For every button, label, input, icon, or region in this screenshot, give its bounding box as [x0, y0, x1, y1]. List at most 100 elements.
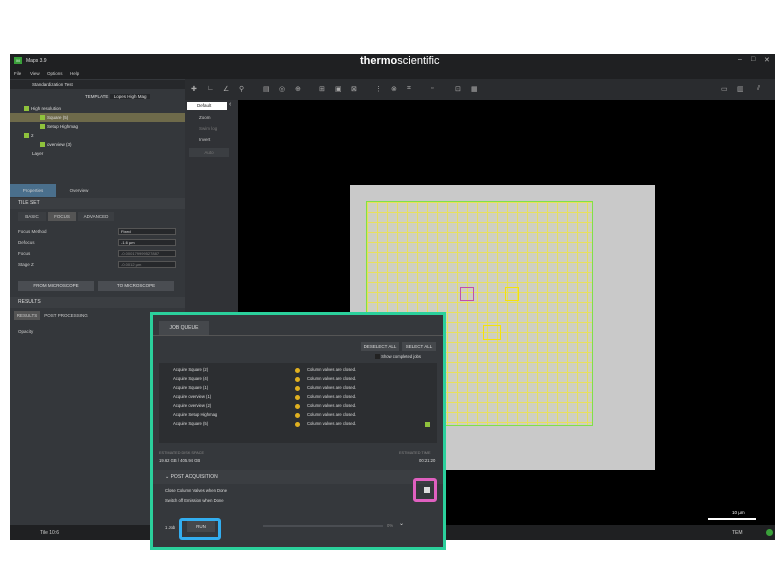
stage-z-field[interactable]: -0.0012 µm [118, 261, 176, 268]
tool-icon[interactable]: ⋮ [375, 85, 382, 93]
tool-icon[interactable]: ⊞ [319, 85, 325, 93]
tab-advanced[interactable]: ADVANCED [78, 212, 114, 221]
highlight-run-button [179, 518, 221, 540]
results-header[interactable]: RESULTS [10, 297, 185, 308]
camera-icon[interactable]: ▭ [721, 85, 728, 93]
opacity-label: Opacity [18, 329, 34, 334]
menu-bar: File View Options Help [10, 68, 775, 79]
tool-icon[interactable]: ⊡ [455, 85, 461, 93]
tree-item[interactable]: overview (3) [10, 140, 185, 149]
job-row[interactable]: Acquire Square (5) Column valves are clos… [159, 420, 437, 428]
checkbox-icon [24, 106, 29, 112]
job-row[interactable]: Acquire Square (4) Column valves are clos… [159, 375, 437, 383]
job-row[interactable]: Acquire Setup Highmag Column valves are c… [159, 411, 437, 419]
search-icon[interactable]: ⚲ [239, 85, 244, 93]
tree-item[interactable]: Layer [10, 149, 185, 158]
menu-help[interactable]: Help [70, 71, 79, 76]
tool-icon[interactable]: ◎ [279, 85, 285, 93]
tree-item[interactable]: High resolution [10, 104, 185, 113]
job-queue-panel: JOB QUEUE DESELECT ALL SELECT ALL Show c… [150, 312, 446, 550]
to-microscope-button[interactable]: TO MICROSCOPE [98, 281, 174, 291]
menu-options[interactable]: Options [47, 71, 63, 76]
tool-icon[interactable]: ⊗ [391, 85, 397, 93]
scale-label: 10 µm [732, 510, 745, 515]
tool-icon[interactable]: ▦ [471, 85, 478, 93]
tile-marker[interactable] [505, 287, 519, 301]
tile-set-header[interactable]: TILE SET [10, 198, 185, 209]
select-all-button[interactable]: SELECT ALL [402, 342, 436, 351]
switch-off-emission-label: Switch off Emission when Done [165, 498, 224, 503]
from-microscope-button[interactable]: FROM MICROSCOPE [18, 281, 94, 291]
tab-post-processing[interactable]: POST PROCESSING [42, 311, 90, 320]
app-logo: M [14, 57, 22, 64]
pin-icon[interactable]: ⫽ [757, 85, 760, 93]
warning-icon [295, 403, 300, 409]
post-acquisition-header[interactable]: ⌄ POST ACQUISITION [153, 470, 443, 484]
brand-logo: thermoscientific [360, 55, 440, 67]
checkbox-icon [40, 124, 45, 130]
chevron-down-icon: ⌄ [165, 474, 170, 480]
tree-item[interactable]: Setup Highmag [10, 122, 185, 131]
show-completed-checkbox[interactable]: Show completed jobs [375, 354, 421, 360]
defocus-field[interactable]: -1.6 µm [118, 239, 176, 246]
tool-icon[interactable]: ⌗ [407, 85, 411, 93]
tool-icon[interactable]: ∟ [207, 85, 214, 92]
job-row[interactable]: Acquire Square (2) Column valves are clos… [159, 366, 437, 374]
tab-job-queue[interactable]: JOB QUEUE [159, 321, 209, 335]
tab-results[interactable]: RESULTS [14, 311, 40, 320]
highlight-close-valves [413, 478, 437, 502]
collapse-icon[interactable]: ‹ [229, 101, 231, 108]
tool-icon[interactable]: ∠ [223, 85, 229, 93]
deselect-all-button[interactable]: DESELECT ALL [361, 342, 399, 351]
chevron-down-icon[interactable]: ⌄ [399, 520, 404, 527]
add-icon[interactable]: ✚ [191, 85, 197, 93]
swim-log-toggle[interactable]: Swim log [199, 126, 217, 131]
jobs-count: 1 Job [165, 525, 176, 530]
title-bar: M Maps 3.9 thermoscientific – □ ✕ [10, 54, 775, 68]
tab-basic[interactable]: BASIC [18, 212, 46, 221]
warning-icon [295, 421, 300, 427]
job-row[interactable]: Acquire Square (1) Column valves are clos… [159, 384, 437, 392]
template-select[interactable]: Lopes High Mag [109, 94, 151, 99]
invert-toggle[interactable]: Invert [199, 137, 210, 142]
focus-field[interactable]: -0.000179999527887 [118, 250, 176, 257]
field-label: Defocus [18, 240, 35, 245]
tool-icon[interactable]: ▫ [431, 85, 433, 92]
disk-space-label: ESTIMATED DISK SPACE [159, 451, 205, 455]
toolbar: ✚ ∟ ∠ ⚲ ▤ ◎ ⊕ ⊞ ▣ ⊠ ⋮ ⊗ ⌗ ▫ ⊡ ▦ ▭ ▥ ⫽ [185, 79, 775, 100]
minimize-button[interactable]: – [738, 56, 742, 63]
tree-item[interactable]: 2 [10, 131, 185, 140]
progress-bar [263, 525, 383, 527]
tab-overview[interactable]: Overview [58, 184, 100, 197]
display-tab-default[interactable]: Default [187, 102, 227, 110]
microscope-mode: TEM [732, 530, 743, 536]
maximize-button[interactable]: □ [751, 56, 755, 63]
tool-icon[interactable]: ▣ [335, 85, 342, 93]
tool-icon[interactable]: ⊠ [351, 85, 357, 93]
job-row[interactable]: Acquire overview (2) Column valves are cl… [159, 402, 437, 410]
focus-method-select[interactable]: Fixed [118, 228, 176, 235]
tree-item-selected[interactable]: Square (5) [10, 113, 185, 122]
menu-view[interactable]: View [30, 71, 40, 76]
tile-marker[interactable] [483, 325, 501, 340]
template-row[interactable]: TEMPLATE Lopes High Mag [10, 92, 185, 101]
job-checkbox[interactable] [425, 421, 430, 427]
tab-properties[interactable]: Properties [10, 184, 56, 197]
warning-icon [295, 394, 300, 400]
tool-icon[interactable]: ⊕ [295, 85, 301, 93]
close-valves-label: Close Column Valves when Done [165, 488, 228, 493]
close-button[interactable]: ✕ [764, 56, 770, 64]
job-row[interactable]: Acquire overview (1) Column valves are cl… [159, 393, 437, 401]
checkbox-icon [40, 115, 45, 121]
connection-status-icon [766, 529, 773, 536]
zoom-toggle[interactable]: Zoom [199, 115, 211, 120]
menu-file[interactable]: File [14, 71, 21, 76]
disk-space-value: 19.62 GB / 405.94 GB [159, 458, 201, 463]
field-label: Focus [18, 251, 31, 256]
tool-icon[interactable]: ▤ [263, 85, 270, 93]
checkbox-icon [40, 142, 45, 148]
auto-button[interactable]: Auto [189, 148, 229, 157]
selected-tile[interactable] [460, 287, 474, 301]
tab-focus[interactable]: FOCUS [48, 212, 76, 221]
layout-icon[interactable]: ▥ [737, 85, 744, 93]
